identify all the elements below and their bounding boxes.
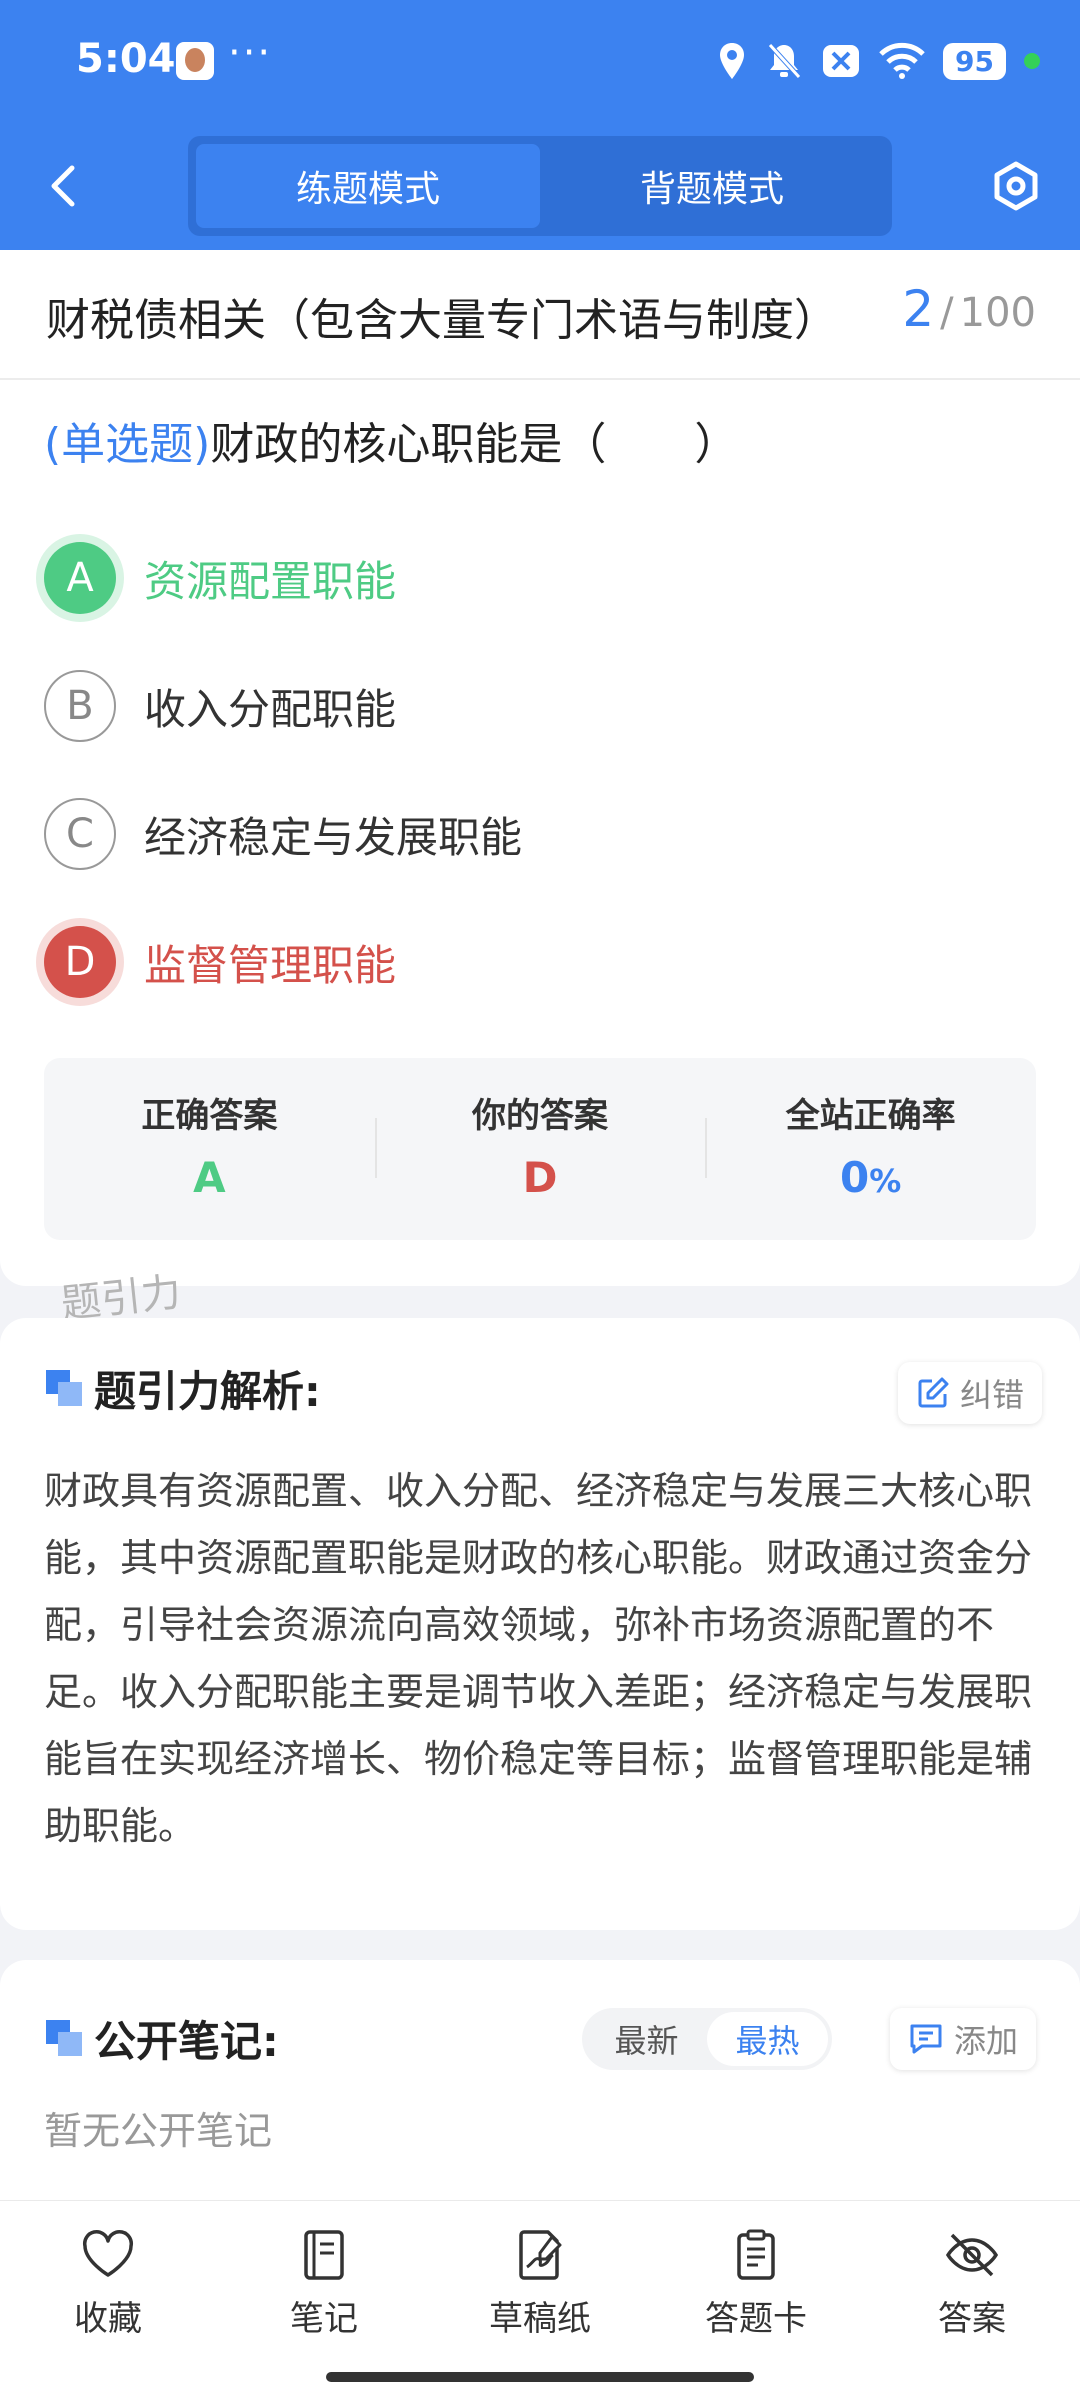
tab-memorize-mode[interactable]: 背题模式 [540, 144, 884, 228]
more-notifications-icon: ··· [228, 30, 273, 76]
settings-icon [994, 161, 1038, 211]
option-c[interactable]: C 经济稳定与发展职能 [44, 794, 522, 874]
accuracy-rate-value: 0% [705, 1153, 1036, 1202]
notebook-icon [304, 2230, 344, 2280]
bottom-nav: 收藏 笔记 草稿纸 答题卡 答案 [0, 2200, 1080, 2400]
progress-current: 2 [902, 280, 935, 338]
public-notes-title: 公开笔记: [94, 2017, 279, 2066]
add-note-label: 添加 [954, 2022, 1019, 2060]
question-stem: 财政的核心职能是（ ） [210, 419, 739, 470]
your-answer-label: 你的答案 [472, 1096, 608, 1136]
add-note-button[interactable]: 添加 [890, 2008, 1037, 2070]
your-answer-stat: 你的答案 D [374, 1058, 706, 1240]
settings-button[interactable] [990, 158, 1042, 214]
status-time: 5:04 [76, 36, 176, 82]
notification-avatar-icon [176, 42, 214, 80]
mode-switch: 练题模式 背题模式 [188, 136, 892, 236]
home-indicator[interactable] [326, 2372, 754, 2382]
option-letter: C [44, 798, 116, 870]
chevron-left-icon [51, 165, 75, 207]
nav-answer-card[interactable]: 答题卡 [676, 2229, 836, 2340]
eye-off-icon [945, 2233, 999, 2277]
correct-answer-value: A [193, 1153, 226, 1202]
option-b[interactable]: B 收入分配职能 [44, 666, 396, 746]
edit-icon [918, 1377, 949, 1408]
bell-muted-icon [768, 43, 801, 79]
option-letter: B [44, 670, 116, 742]
progress-total: 100 [959, 290, 1036, 336]
notes-empty-text: 暂无公开笔记 [44, 2109, 273, 2153]
correct-answer-stat: 正确答案 A [44, 1058, 375, 1240]
accuracy-rate-number: 0 [840, 1153, 870, 1202]
scratch-paper-icon [519, 2230, 562, 2280]
explanation-title: 题引力解析: [94, 1367, 321, 1416]
question-title-row: 财税债相关（包含大量专门术语与制度） 2/100 [0, 250, 1080, 380]
battery-level: 95 [943, 42, 1006, 80]
nav-answer[interactable]: 答案 [892, 2229, 1052, 2340]
accuracy-rate-unit: % [869, 1162, 902, 1200]
back-button[interactable] [40, 158, 86, 214]
option-text: 资源配置职能 [144, 556, 397, 606]
correct-answer-label: 正确答案 [141, 1096, 278, 1136]
accuracy-rate-label: 全站正确率 [785, 1096, 956, 1136]
explanation-text: 财政具有资源配置、收入分配、经济稳定与发展三大核心职能，其中资源配置职能是财政的… [44, 1469, 1033, 1848]
section-square-icon [46, 2020, 82, 2056]
question-card: 财税债相关（包含大量专门术语与制度） 2/100 (单选题)财政的核心职能是（ … [0, 250, 1080, 1286]
nav-favorite-label: 收藏 [74, 2299, 142, 2339]
accuracy-rate-stat: 全站正确率 0% [705, 1058, 1036, 1240]
option-a[interactable]: A 资源配置职能 [44, 538, 396, 618]
nav-answer-card-label: 答题卡 [705, 2299, 807, 2339]
question-type: (单选题) [44, 419, 211, 470]
question-progress[interactable]: 2/100 [902, 280, 1036, 338]
wifi-icon [879, 42, 925, 79]
public-notes-card: 公开笔记: 最新 最热 添加 暂无公开笔记 [0, 1960, 1080, 2200]
status-bar: 5:04 ··· 95 [0, 0, 1080, 125]
nav-answer-label: 答案 [938, 2299, 1006, 2339]
nav-scratch-paper[interactable]: 草稿纸 [460, 2229, 620, 2340]
sort-hot-option[interactable]: 最热 [707, 2012, 828, 2066]
option-letter: D [44, 926, 116, 998]
app-header: 5:04 ··· 95 练题模式 背题模式 [0, 0, 1080, 250]
section-square-icon [46, 1370, 82, 1406]
location-icon [720, 43, 745, 79]
option-letter: A [44, 542, 116, 614]
sort-latest-option[interactable]: 最新 [586, 2012, 707, 2066]
question-text: (单选题)财政的核心职能是（ ） [44, 408, 1034, 472]
nav-favorite[interactable]: 收藏 [28, 2229, 188, 2340]
nav-notes[interactable]: 笔记 [244, 2229, 404, 2340]
report-error-button[interactable]: 纠错 [898, 1362, 1043, 1424]
progress-separator: / [940, 290, 954, 336]
option-text: 收入分配职能 [144, 684, 397, 734]
tab-practice-mode[interactable]: 练题模式 [196, 144, 540, 228]
option-text: 监督管理职能 [144, 940, 397, 990]
question-bank-title: 财税债相关（包含大量专门术语与制度） [46, 295, 838, 346]
nav-notes-label: 笔记 [290, 2299, 358, 2339]
answer-summary: 正确答案 A 你的答案 D 全站正确率 0% [44, 1058, 1036, 1240]
explanation-card: 题引力解析: 纠错 财政具有资源配置、收入分配、经济稳定与发展三大核心职能，其中… [0, 1318, 1080, 1930]
nav-scratch-label: 草稿纸 [489, 2299, 591, 2339]
comment-add-icon [910, 2024, 942, 2054]
clipboard-icon [737, 2229, 775, 2280]
option-text: 经济稳定与发展职能 [144, 812, 523, 862]
app-notification-icon [823, 45, 860, 77]
notes-sort-toggle: 最新 最热 [582, 2008, 832, 2070]
your-answer-value: D [522, 1153, 558, 1202]
status-icons: 95 [717, 38, 1040, 84]
privacy-indicator-icon [1024, 53, 1040, 69]
heart-icon [82, 2230, 134, 2277]
option-d[interactable]: D 监督管理职能 [44, 922, 396, 1002]
report-error-label: 纠错 [960, 1376, 1025, 1414]
